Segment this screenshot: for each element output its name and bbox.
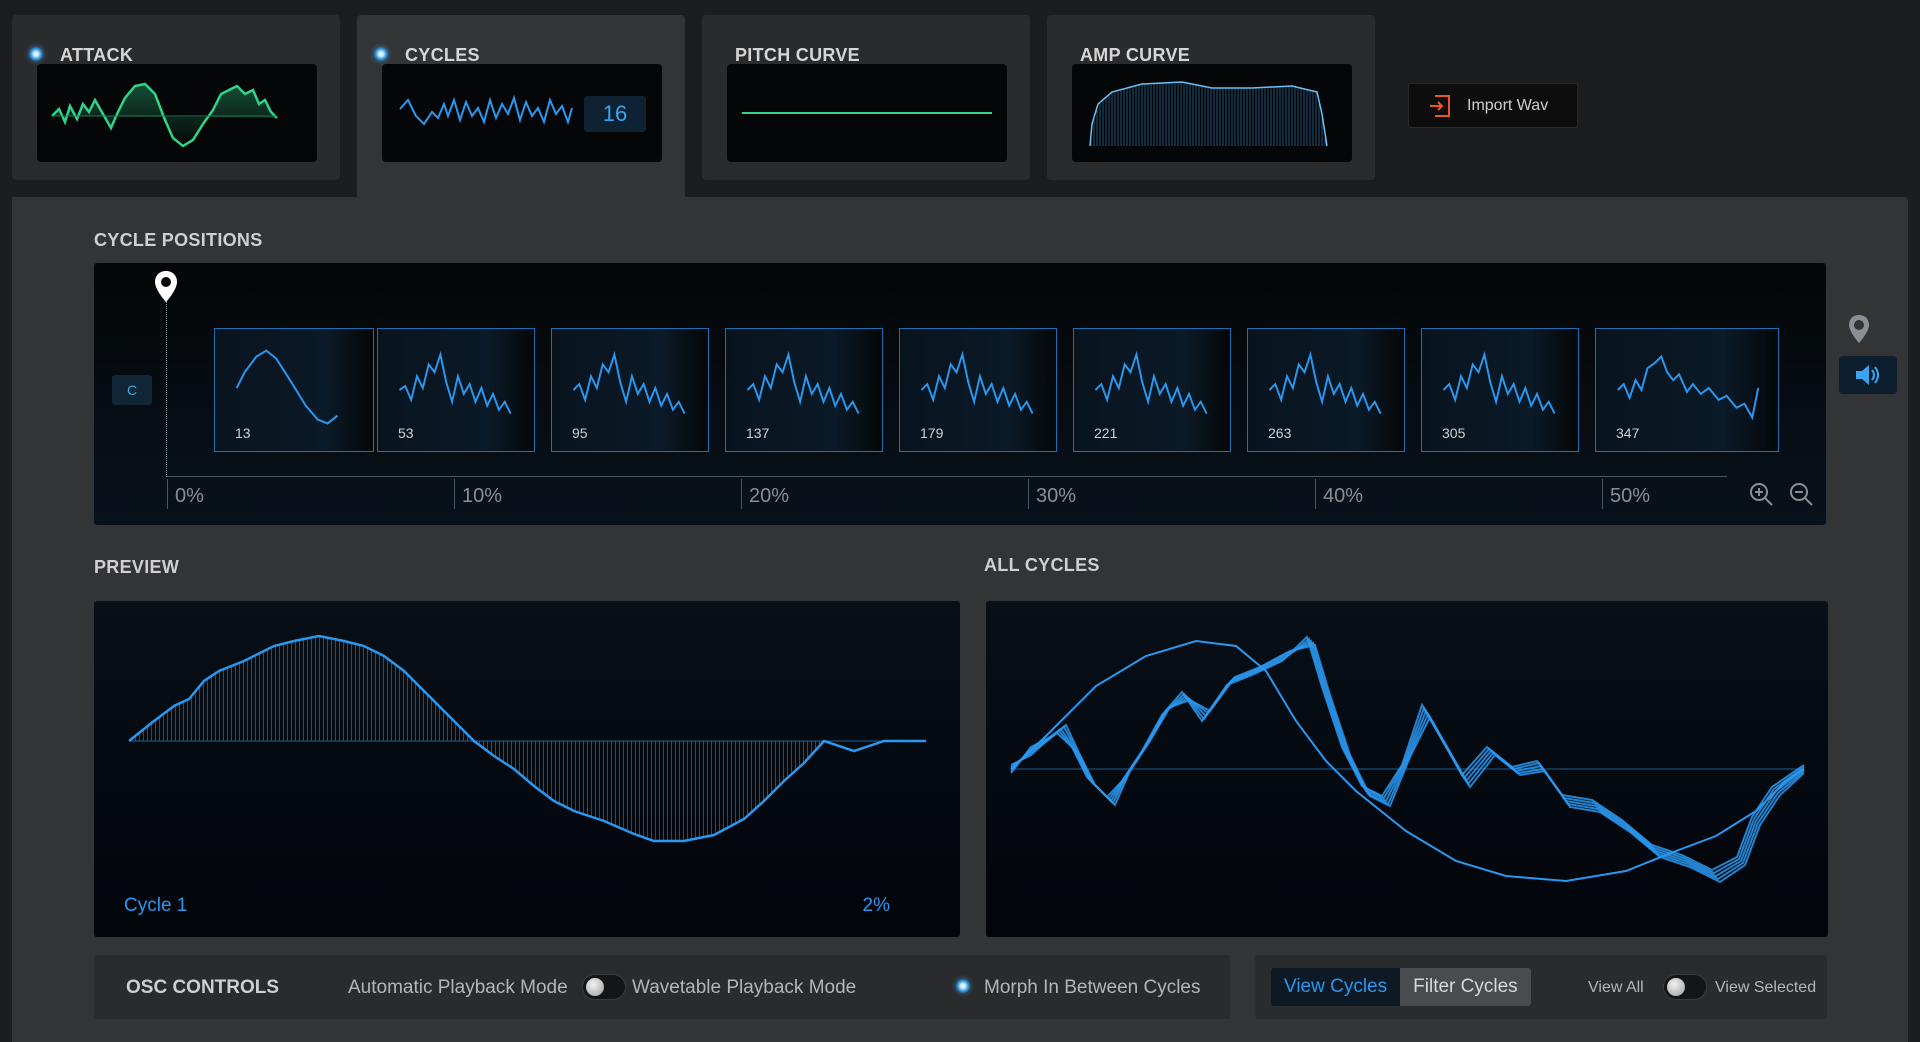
speaker-icon [1856, 365, 1879, 385]
import-icon [1430, 94, 1450, 117]
cycle-frame[interactable]: 221 [1073, 328, 1231, 452]
ruler-tick [1028, 479, 1029, 509]
view-all-selected-toggle[interactable] [1663, 974, 1707, 1000]
cycles-count-field[interactable]: 16 [584, 96, 646, 132]
view-all-label: View All [1588, 979, 1644, 996]
cycle-frame[interactable]: 13 [214, 328, 374, 452]
view-cycles-button[interactable]: View Cycles [1271, 968, 1401, 1006]
zoom-out-icon[interactable] [1788, 481, 1814, 507]
cycle-frame-number: 95 [572, 425, 588, 441]
cycles-led-icon[interactable] [374, 47, 388, 61]
attack-waveform-thumb [37, 64, 317, 162]
ruler-label: 40% [1323, 485, 1364, 507]
filter-cycles-button[interactable]: Filter Cycles [1400, 968, 1531, 1006]
cycle-frame[interactable]: 347 [1595, 328, 1779, 452]
cycles-waveform-thumb: 16 [382, 64, 662, 162]
automatic-playback-label: Automatic Playback Mode [348, 977, 568, 998]
cycle-positions-title: CYCLE POSITIONS [94, 230, 263, 250]
cycle-frame-number: 53 [398, 425, 414, 441]
ruler-label: 20% [749, 485, 790, 507]
view-controls-bar: View Cycles Filter Cycles View All View … [1255, 955, 1827, 1019]
cycle-frame[interactable]: 305 [1421, 328, 1579, 452]
speaker-button[interactable] [1839, 356, 1897, 394]
preview-title: PREVIEW [94, 557, 180, 577]
zoom-in-icon[interactable] [1748, 481, 1774, 507]
preview-waveform[interactable]: Cycle 1 2% [94, 601, 960, 937]
tab-attack-title: ATTACK [60, 45, 134, 65]
ruler-tick [741, 479, 742, 509]
cycle-frame-number: 263 [1268, 425, 1292, 441]
cycle-frame-number: 137 [746, 425, 770, 441]
cycles-panel: CYCLE POSITIONS C 13 53 95 137 179 221 2… [12, 197, 1908, 1042]
amp-curve-thumb [1072, 64, 1352, 162]
playhead-line [166, 301, 167, 477]
tab-amp-curve-title: AMP CURVE [1080, 45, 1191, 65]
cycle-frame[interactable]: 263 [1247, 328, 1405, 452]
ruler-tick [1602, 479, 1603, 509]
location-pin-icon[interactable] [1846, 313, 1872, 345]
cycle-frame-number: 179 [920, 425, 944, 441]
tab-cycles[interactable]: CYCLES 16 [357, 15, 685, 197]
wavetable-playback-label: Wavetable Playback Mode [632, 977, 857, 998]
cycle-frame-number: 13 [235, 425, 251, 441]
tab-pitch-curve-title: PITCH CURVE [735, 45, 860, 65]
osc-controls-title: OSC CONTROLS [126, 977, 280, 998]
ruler-label: 50% [1610, 485, 1651, 507]
playhead-marker-icon[interactable] [152, 269, 180, 305]
preview-cycle-label: Cycle 1 [124, 895, 188, 916]
osc-controls-bar: OSC CONTROLS Automatic Playback Mode Wav… [94, 955, 1230, 1019]
playback-mode-toggle[interactable] [582, 974, 626, 1000]
ruler-label: 0% [175, 485, 204, 507]
tab-attack[interactable]: ATTACK [12, 15, 340, 180]
view-selected-label: View Selected [1715, 979, 1817, 996]
all-cycles-title: ALL CYCLES [984, 555, 1100, 575]
cycle-frame[interactable]: 179 [899, 328, 1057, 452]
preview-percent-label: 2% [862, 895, 890, 916]
cycle-frame-number: 305 [1442, 425, 1466, 441]
view-filter-segmented: View Cycles Filter Cycles [1271, 968, 1531, 1006]
all-cycles-waveform[interactable] [986, 601, 1828, 937]
pitch-curve-thumb [727, 64, 1007, 162]
ruler-tick [454, 479, 455, 509]
morph-led-icon[interactable] [956, 979, 970, 993]
cycle-frame[interactable]: 95 [551, 328, 709, 452]
ruler-tick [167, 479, 168, 509]
ruler-tick [1315, 479, 1316, 509]
cycle-frame[interactable]: 53 [377, 328, 535, 452]
tab-amp-curve[interactable]: AMP CURVE [1047, 15, 1375, 180]
import-wav-label: Import Wav [1467, 96, 1549, 114]
cycle-frame-number: 221 [1094, 425, 1118, 441]
cycle-positions-editor[interactable]: C 13 53 95 137 179 221 263 305 347 0% 10… [94, 263, 1826, 525]
ruler-label: 30% [1036, 485, 1077, 507]
cycle-frame[interactable]: 137 [725, 328, 883, 452]
morph-label: Morph In Between Cycles [984, 977, 1201, 998]
ruler-line [167, 476, 1727, 477]
cycle-frame-number: 347 [1616, 425, 1640, 441]
import-wav-button[interactable]: Import Wav [1408, 83, 1578, 128]
tab-pitch-curve[interactable]: PITCH CURVE [702, 15, 1030, 180]
tab-cycles-title: CYCLES [405, 45, 480, 65]
attack-led-icon[interactable] [29, 47, 43, 61]
note-badge[interactable]: C [112, 375, 152, 405]
ruler-label: 10% [462, 485, 503, 507]
